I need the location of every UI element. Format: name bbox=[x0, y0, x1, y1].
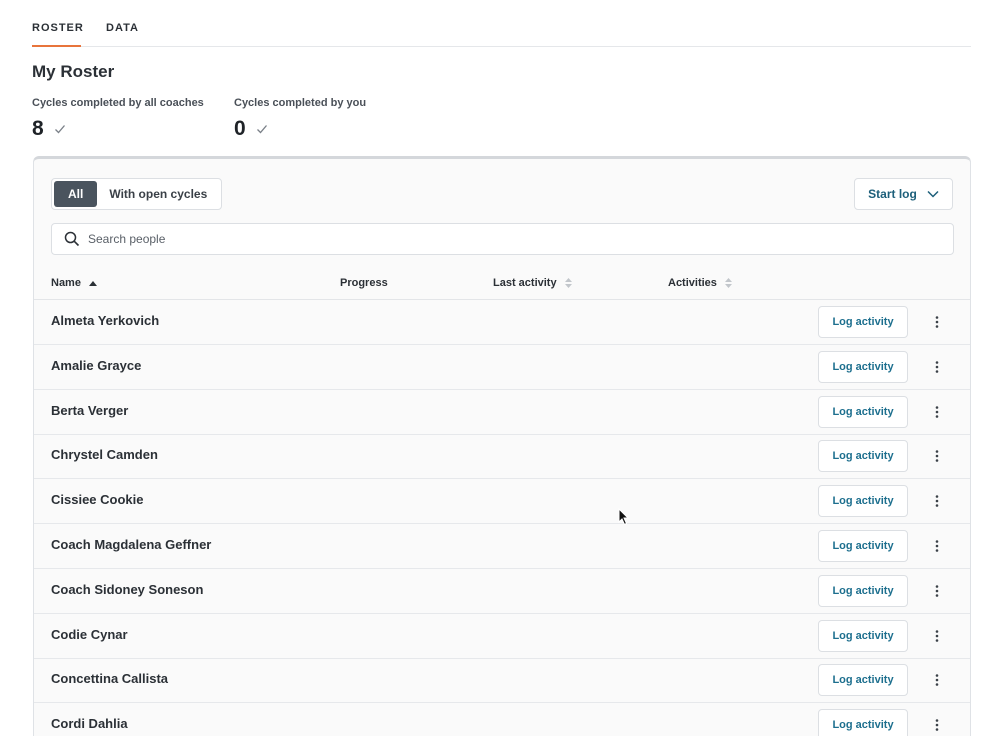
table-row: Cissiee Cookie Log activity bbox=[34, 479, 970, 525]
table-row: Cordi Dahlia Log activity bbox=[34, 703, 970, 736]
more-options-icon[interactable] bbox=[927, 536, 947, 556]
log-activity-button[interactable]: Log activity bbox=[818, 350, 908, 383]
more-options-icon[interactable] bbox=[927, 357, 947, 377]
log-activity-button[interactable]: Log activity bbox=[818, 485, 908, 518]
stat-label: Cycles completed by all coaches bbox=[32, 97, 204, 109]
tab-roster[interactable]: ROSTER bbox=[32, 22, 83, 47]
more-options-icon[interactable] bbox=[927, 312, 947, 332]
start-log-dropdown[interactable]: Start log bbox=[854, 178, 953, 210]
person-name[interactable]: Concettina Callista bbox=[51, 671, 168, 686]
log-activity-button[interactable]: Log activity bbox=[818, 709, 908, 736]
table-row: Chrystel Camden Log activity bbox=[34, 434, 970, 480]
start-log-label: Start log bbox=[868, 187, 917, 201]
person-name[interactable]: Coach Magdalena Geffner bbox=[51, 537, 211, 552]
more-options-icon[interactable] bbox=[927, 626, 947, 646]
search-box bbox=[51, 223, 954, 255]
log-activity-button[interactable]: Log activity bbox=[818, 440, 908, 473]
log-activity-button[interactable]: Log activity bbox=[818, 574, 908, 607]
person-name[interactable]: Cordi Dahlia bbox=[51, 716, 128, 731]
more-options-icon[interactable] bbox=[927, 715, 947, 735]
chevron-down-icon bbox=[927, 190, 939, 198]
stat-value: 8 bbox=[32, 117, 44, 140]
stat-value: 0 bbox=[234, 117, 246, 140]
tab-bar: ROSTER DATA bbox=[32, 0, 971, 47]
cycle-filter: All With open cycles bbox=[51, 178, 223, 210]
log-activity-button[interactable]: Log activity bbox=[818, 395, 908, 428]
filter-all-button[interactable]: All bbox=[54, 181, 98, 207]
search-input[interactable] bbox=[88, 232, 888, 246]
stat-label: Cycles completed by you bbox=[234, 97, 367, 109]
more-options-icon[interactable] bbox=[927, 446, 947, 466]
search-icon bbox=[64, 231, 80, 247]
sort-icon bbox=[564, 278, 572, 288]
table-row: Coach Magdalena Geffner Log activity bbox=[34, 524, 970, 569]
column-label: Progress bbox=[340, 277, 388, 289]
table-row: Concettina Callista Log activity bbox=[34, 658, 970, 704]
check-icon bbox=[256, 125, 267, 134]
person-name[interactable]: Codie Cynar bbox=[51, 627, 128, 642]
person-name[interactable]: Chrystel Camden bbox=[51, 447, 158, 462]
person-name[interactable]: Almeta Yerkovich bbox=[51, 313, 159, 328]
log-activity-button[interactable]: Log activity bbox=[818, 530, 908, 562]
column-label: Activities bbox=[668, 277, 717, 289]
sort-ascending-icon bbox=[88, 280, 97, 286]
stat-value-row: 8 bbox=[32, 117, 204, 141]
mouse-cursor-icon bbox=[618, 508, 630, 526]
column-header-name[interactable]: Name bbox=[51, 277, 97, 289]
table-row: Amalie Grayce Log activity bbox=[34, 345, 970, 390]
person-name[interactable]: Coach Sidoney Soneson bbox=[51, 582, 203, 597]
person-name[interactable]: Amalie Grayce bbox=[51, 358, 141, 373]
table-row: Almeta Yerkovich Log activity bbox=[34, 300, 970, 345]
person-name[interactable]: Cissiee Cookie bbox=[51, 492, 144, 507]
filter-open-cycles-button[interactable]: With open cycles bbox=[97, 181, 219, 207]
page-title: My Roster bbox=[32, 62, 115, 81]
roster-card: All With open cycles Start log Name Prog… bbox=[33, 156, 971, 736]
tab-data[interactable]: DATA bbox=[106, 22, 138, 47]
stat-by-you: Cycles completed by you 0 bbox=[234, 97, 366, 141]
column-header-last-activity[interactable]: Last activity bbox=[493, 277, 572, 289]
person-name[interactable]: Berta Verger bbox=[51, 403, 128, 418]
column-header-activities[interactable]: Activities bbox=[668, 277, 732, 289]
log-activity-button[interactable]: Log activity bbox=[818, 664, 908, 697]
column-label: Last activity bbox=[493, 277, 557, 289]
stat-all-coaches: Cycles completed by all coaches 8 bbox=[32, 97, 204, 141]
more-options-icon[interactable] bbox=[927, 670, 947, 690]
sort-icon bbox=[724, 278, 732, 288]
more-options-icon[interactable] bbox=[927, 491, 947, 511]
check-icon bbox=[54, 125, 65, 134]
column-label: Name bbox=[51, 277, 81, 289]
stat-value-row: 0 bbox=[234, 117, 366, 141]
table-row: Codie Cynar Log activity bbox=[34, 614, 970, 659]
table-row: Coach Sidoney Soneson Log activity bbox=[34, 569, 970, 614]
table-row: Berta Verger Log activity bbox=[34, 390, 970, 435]
table-header: Name Progress Last activity Activities bbox=[34, 272, 970, 300]
more-options-icon[interactable] bbox=[927, 402, 947, 422]
log-activity-button[interactable]: Log activity bbox=[818, 619, 908, 652]
column-header-progress: Progress bbox=[340, 277, 388, 289]
more-options-icon[interactable] bbox=[927, 581, 947, 601]
log-activity-button[interactable]: Log activity bbox=[818, 306, 908, 338]
